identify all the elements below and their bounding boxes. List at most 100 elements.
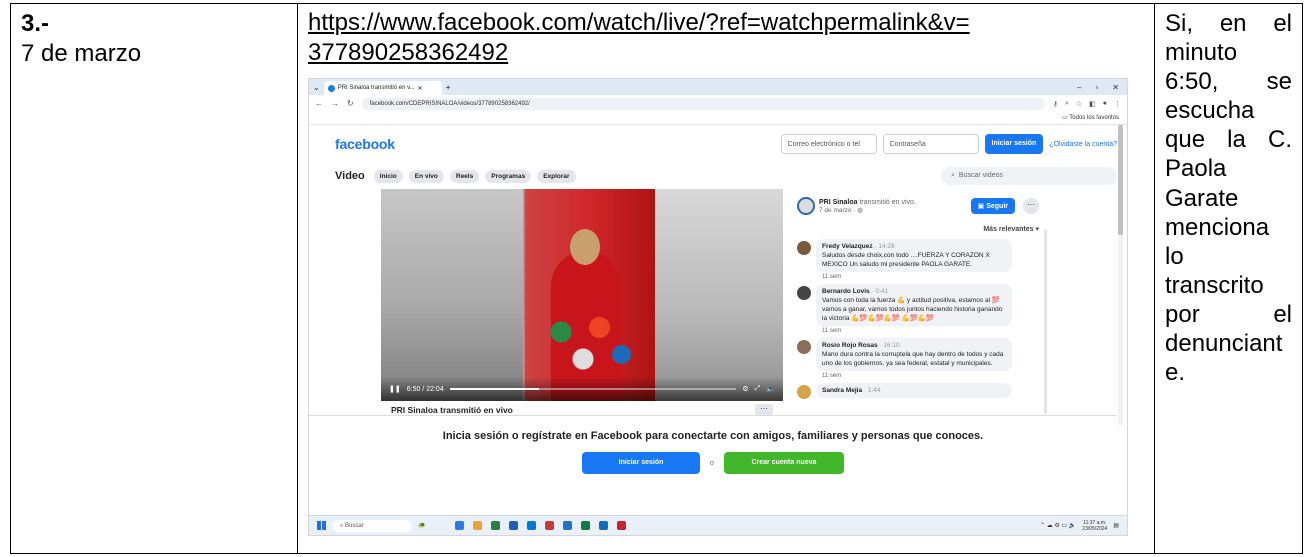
document-table: 3.- 7 de marzo https://www.facebook.com/… [10, 3, 1303, 554]
pause-icon[interactable]: ❚❚ [389, 385, 401, 393]
tray-icons[interactable]: ⌃ ☁ ⚙ ▭ 🔈 [1040, 522, 1076, 529]
comment-text: Mano dura contra la corruptela que hay d… [822, 351, 1004, 367]
tab-close-icon[interactable]: ✕ [418, 85, 423, 92]
banner-login-button[interactable]: Iniciar sesión [582, 452, 701, 474]
bookmarks-label[interactable]: Todos los favoritos [1069, 115, 1119, 121]
comment-time: · 1:44 [863, 387, 881, 394]
evidence-link[interactable]: https://www.facebook.com/watch/live/?ref… [308, 8, 1148, 67]
observation-word: e. [1165, 359, 1186, 387]
login-button[interactable]: Iniciar sesión [984, 134, 1044, 154]
comment-text: Saludos desde choix,con todo ....FUERZA … [822, 252, 990, 268]
windows-taskbar: ⌕ Buscar 🐢 ⌃ ☁ ⚙ ▭ 🔈 11:37 a.m. 23/05/20… [309, 515, 1127, 535]
comments-scrollbar[interactable] [1044, 229, 1047, 414]
minimize-icon[interactable]: – [1077, 83, 1081, 92]
observation-word: minuto [1165, 39, 1238, 67]
pill-en-vivo[interactable]: En vivo [408, 169, 444, 183]
pill-reels[interactable]: Reels [449, 169, 480, 183]
comment-author[interactable]: Bernardo Lovis [822, 288, 870, 295]
observation-word: denunciant [1165, 330, 1283, 358]
observation-word: que [1165, 126, 1206, 154]
observation-word: el [1273, 300, 1292, 328]
post-action: transmitió en vivo. [859, 198, 916, 206]
windows-start-icon[interactable] [317, 521, 326, 530]
video-progress[interactable] [449, 388, 737, 390]
observation-line: Si, en el [1165, 9, 1292, 38]
video-controls: ❚❚ 6:50 / 22:04 ⚙ ⤢ 🔈 [381, 377, 783, 401]
notifications-icon[interactable]: ▤ [1113, 522, 1119, 529]
video-search[interactable]: ⌕ Buscar videos [941, 167, 1117, 185]
pill-explorar[interactable]: Explorar [537, 169, 576, 183]
taskbar-app-icon[interactable] [599, 521, 609, 530]
taskbar-app-icon[interactable] [527, 521, 537, 530]
volume-icon[interactable]: 🔈 [766, 385, 775, 393]
login-banner: Inicia sesión o regístrate en Facebook p… [309, 415, 1117, 515]
observation-word: 6:50, [1165, 68, 1219, 96]
pill-programas[interactable]: Programas [485, 169, 532, 183]
taskbar-app-icon[interactable] [455, 521, 465, 530]
page-scrollbar[interactable] [1118, 125, 1123, 425]
tab-list-icon[interactable]: ⌄ [313, 83, 320, 92]
comment-author[interactable]: Sandra Mejia [822, 387, 862, 394]
forward-icon[interactable]: → [331, 99, 339, 108]
create-account-button[interactable]: Crear cuenta nueva [723, 452, 844, 474]
observation-word: el [1273, 10, 1292, 37]
password-field[interactable]: Contraseña [882, 134, 979, 154]
post-name[interactable]: PRI Sinaloa [819, 199, 858, 206]
taskbar-app-icon[interactable] [545, 521, 555, 530]
taskbar-app-icon[interactable] [563, 521, 573, 530]
avatar[interactable] [797, 241, 811, 255]
taskbar-app-icon[interactable] [581, 521, 591, 530]
maximize-icon[interactable]: ▫ [1095, 83, 1098, 92]
star-icon[interactable]: ☆ [1076, 100, 1082, 108]
avatar[interactable] [797, 197, 815, 215]
taskbar-app-icon[interactable] [491, 521, 501, 530]
cell-evidence: https://www.facebook.com/watch/live/?ref… [298, 4, 1155, 553]
pill-inicio[interactable]: Inicio [373, 169, 403, 183]
window-close-icon[interactable]: ✕ [1112, 83, 1119, 92]
profile-icon[interactable]: ● [1103, 100, 1107, 108]
avatar[interactable] [797, 286, 811, 300]
observation-line: escucha [1165, 96, 1292, 125]
taskbar-app-icon[interactable] [617, 521, 627, 530]
observation-word: escucha [1165, 97, 1255, 125]
observation-word: transcrito [1165, 271, 1264, 299]
post-date[interactable]: 7 de marzo · [819, 207, 857, 214]
observation-word: lo [1165, 242, 1184, 270]
avatar[interactable] [797, 340, 811, 354]
taskbar-search[interactable]: ⌕ Buscar [332, 519, 412, 532]
post-header: PRI Sinaloa transmitió en vivo. 7 de mar… [797, 197, 1039, 215]
observation-text: Si, en el minuto 6:50, se escucha que la C. Paola G… [1165, 9, 1292, 387]
video-search-placeholder: Buscar videos [958, 172, 1003, 179]
facebook-logo[interactable]: facebook [335, 136, 395, 152]
observation-word: C. [1267, 126, 1292, 154]
video-player[interactable]: ❚❚ 6:50 / 22:04 ⚙ ⤢ 🔈 [381, 189, 783, 401]
taskbar-app-icon[interactable] [473, 521, 483, 530]
comment-author[interactable]: Rosio Rojo Rosas [822, 342, 878, 349]
zoom-icon[interactable]: ⌕ [1065, 100, 1069, 108]
new-tab-icon[interactable]: + [446, 83, 451, 92]
reload-icon[interactable]: ↻ [347, 99, 354, 108]
menu-icon[interactable]: ⋮ [1114, 100, 1121, 108]
comments-panel: PRI Sinaloa transmitió en vivo. 7 de mar… [787, 189, 1049, 419]
tray-time: 11:37 a.m. [1083, 519, 1107, 526]
forgot-account-link[interactable]: ¿Olvidaste la cuenta? [1049, 141, 1117, 148]
follow-label: Seguir [986, 203, 1008, 210]
browser-tab[interactable]: PRI Sinaloa transmitió en v... ✕ [323, 81, 442, 95]
url-field[interactable]: facebook.com/CDEPRISINALOA/videos/377890… [361, 97, 1045, 110]
avatar[interactable] [797, 385, 811, 399]
sort-selector[interactable]: Más relevantes ▾ [797, 225, 1039, 233]
email-field[interactable]: Correo electrónico o tel [780, 134, 877, 154]
key-icon[interactable]: ⚷ [1053, 100, 1058, 108]
fullscreen-icon[interactable]: ⤢ [755, 385, 761, 393]
browser-tabbar: ⌄ PRI Sinaloa transmitió en v... ✕ + – ▫… [309, 79, 1127, 95]
more-options-icon[interactable]: ··· [1023, 198, 1039, 214]
observation-word: por [1165, 300, 1200, 328]
back-icon[interactable]: ← [315, 99, 323, 108]
comment-author[interactable]: Fredy Velazquez [822, 243, 873, 250]
settings-icon[interactable]: ⚙ [742, 385, 748, 393]
link-line-1: https://www.facebook.com/watch/live/?ref… [308, 9, 970, 36]
extensions-icon[interactable]: ◧ [1089, 100, 1096, 108]
follow-button[interactable]: ▣ Seguir [970, 198, 1015, 214]
turtle-widget-icon[interactable]: 🐢 [418, 522, 425, 529]
taskbar-app-icon[interactable] [509, 521, 519, 530]
